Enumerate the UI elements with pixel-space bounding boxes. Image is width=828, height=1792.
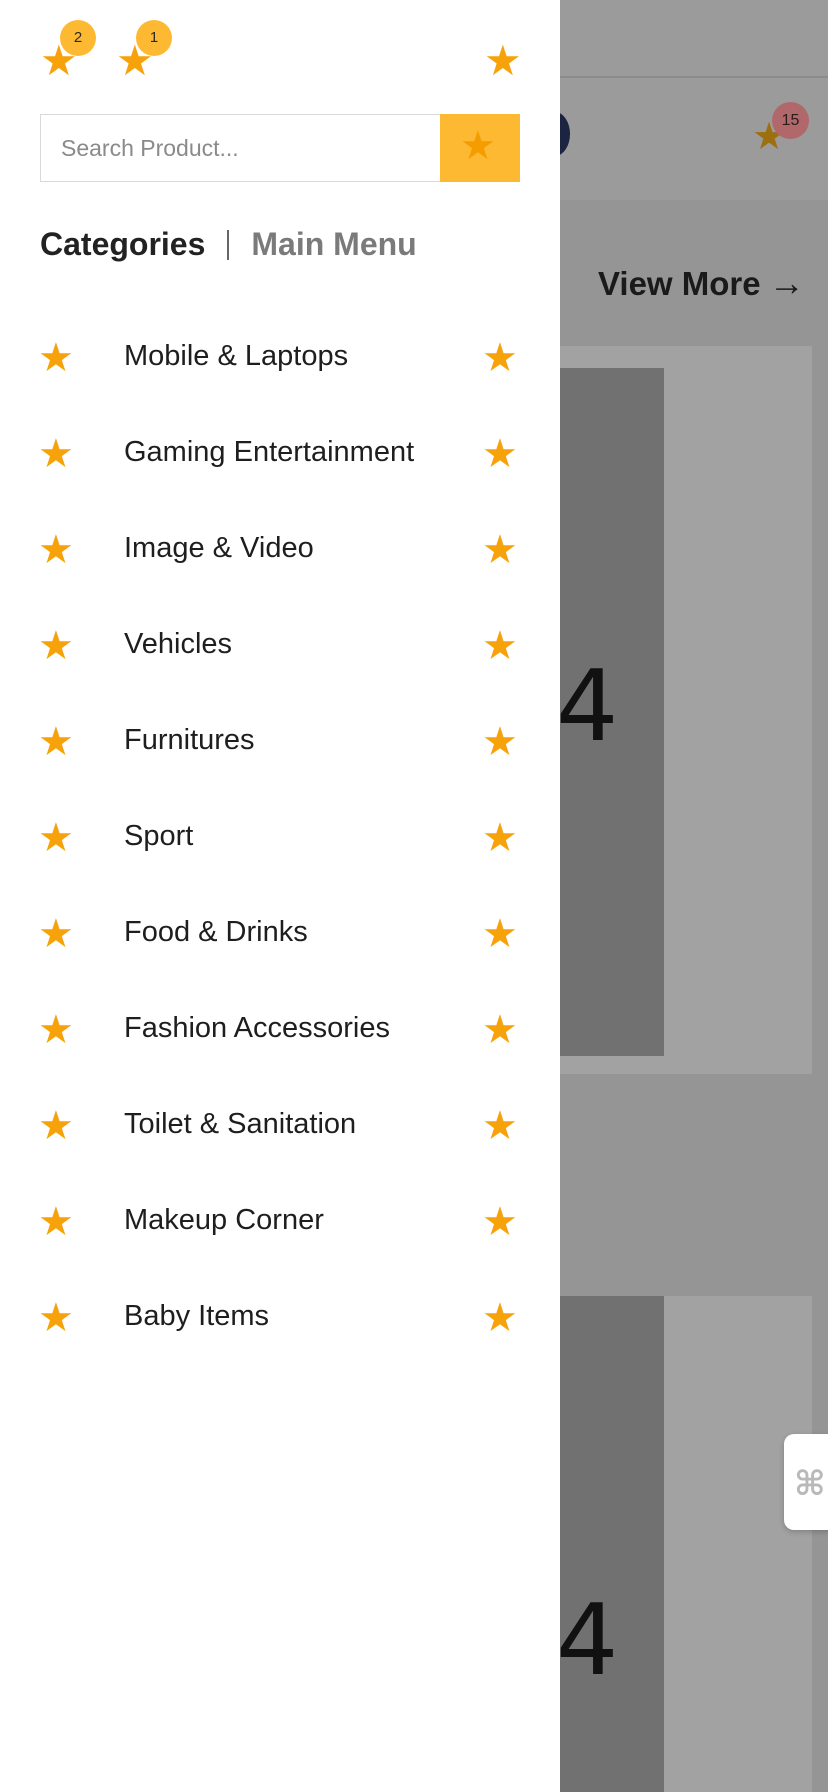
drawer-tabs: Categories Main Menu (40, 226, 417, 266)
tab-divider (227, 229, 230, 260)
category-label: Makeup Corner (124, 1204, 324, 1236)
star-icon[interactable]: ★ (482, 626, 518, 666)
category-label: Furnitures (124, 724, 255, 756)
product-image-number: 4 (556, 650, 619, 764)
category-item-toilet-sanitation[interactable]: ★ Toilet & Sanitation ★ (0, 1078, 560, 1174)
category-item-mobile-laptops[interactable]: ★ Mobile & Laptops ★ (0, 310, 560, 406)
category-label: Food & Drinks (124, 916, 308, 948)
category-item-fashion-accessories[interactable]: ★ Fashion Accessories ★ (0, 982, 560, 1078)
chat-widget-button: ⌘ (784, 1434, 828, 1530)
category-item-food-drinks[interactable]: ★ Food & Drinks ★ (0, 886, 560, 982)
compare-button[interactable]: ★ 1 (116, 20, 172, 86)
search-bar: ★ (40, 114, 520, 182)
category-label: Toilet & Sanitation (124, 1108, 357, 1140)
category-item-makeup-corner[interactable]: ★ Makeup Corner ★ (0, 1174, 560, 1270)
compare-badge: 1 (136, 20, 172, 56)
star-icon[interactable]: ★ (482, 1298, 518, 1338)
star-icon: ★ (38, 719, 74, 765)
star-icon: ★ (38, 1295, 74, 1341)
tab-main-menu[interactable]: Main Menu (251, 226, 416, 263)
search-input[interactable] (41, 115, 440, 181)
star-icon[interactable]: ★ (482, 338, 518, 378)
arrow-right-icon: → (768, 262, 805, 303)
star-icon: ★ (38, 815, 74, 861)
category-label: Gaming Entertainment (124, 436, 415, 468)
star-icon[interactable]: ★ (482, 1010, 518, 1050)
category-item-vehicles[interactable]: ★ Vehicles ★ (0, 598, 560, 694)
view-more-label: View More (598, 265, 761, 302)
star-icon[interactable]: ★ (482, 722, 518, 762)
wishlist-button[interactable]: ★ 2 (40, 20, 96, 86)
tab-categories[interactable]: Categories (40, 226, 205, 263)
side-drawer: ★ 2 ★ 1 ★ ★ Categories Main Menu ★ Mobile… (0, 0, 560, 1792)
star-icon: ★ (38, 623, 74, 669)
category-label: Baby Items (124, 1300, 270, 1332)
category-item-baby-items[interactable]: ★ Baby Items ★ (0, 1270, 560, 1366)
category-label: Image & Video (124, 532, 314, 564)
star-icon[interactable]: ★ (482, 1202, 518, 1242)
category-item-gaming-entertainment[interactable]: ★ Gaming Entertainment ★ (0, 406, 560, 502)
category-label: Mobile & Laptops (124, 340, 349, 372)
star-icon[interactable]: ★ (482, 530, 518, 570)
category-label: Vehicles (124, 628, 233, 660)
view-more-link: View More → (598, 262, 805, 304)
cart-badge: 15 (772, 102, 809, 139)
star-icon: ★ (38, 1007, 74, 1053)
wishlist-badge: 2 (60, 20, 96, 56)
star-icon: ★ (38, 911, 74, 957)
star-icon[interactable]: ★ (482, 434, 518, 474)
close-drawer-button[interactable]: ★ (484, 36, 534, 86)
star-icon: ★ (460, 123, 496, 169)
star-icon[interactable]: ★ (482, 914, 518, 954)
star-icon: ★ (484, 36, 522, 85)
star-icon: ★ (38, 335, 74, 381)
category-label: Fashion Accessories (124, 1012, 390, 1044)
star-icon: ★ (38, 1199, 74, 1245)
search-button[interactable]: ★ (440, 114, 520, 182)
star-icon[interactable]: ★ (482, 1106, 518, 1146)
widget-logo-icon: ⌘ (794, 1465, 826, 1503)
star-icon[interactable]: ★ (482, 818, 518, 858)
category-item-image-video[interactable]: ★ Image & Video ★ (0, 502, 560, 598)
category-list: ★ Mobile & Laptops ★ ★ Gaming Entertainm… (0, 310, 560, 1366)
category-item-furnitures[interactable]: ★ Furnitures ★ (0, 694, 560, 790)
category-item-sport[interactable]: ★ Sport ★ (0, 790, 560, 886)
star-icon: ★ (38, 431, 74, 477)
star-icon: ★ (38, 527, 74, 573)
star-icon: ★ (38, 1103, 74, 1149)
product-image-number: 4 (556, 1584, 619, 1698)
category-label: Sport (124, 820, 194, 852)
